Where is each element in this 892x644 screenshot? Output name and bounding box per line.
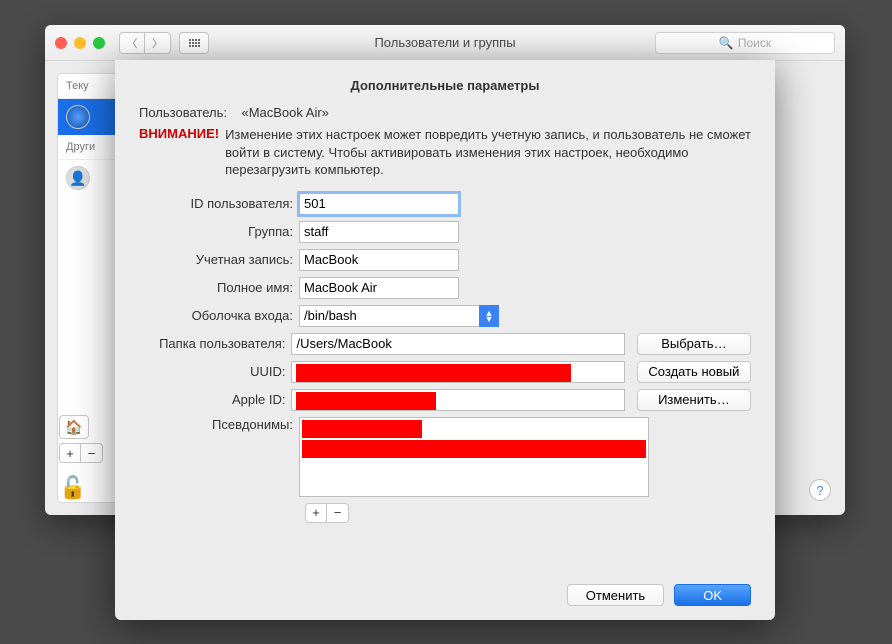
change-button[interactable]: Изменить…: [637, 389, 751, 411]
uid-label: ID пользователя:: [139, 196, 299, 211]
remove-user-button[interactable]: −: [81, 443, 103, 463]
aliases-list[interactable]: [299, 417, 649, 497]
uuid-input[interactable]: [291, 361, 624, 383]
cancel-button[interactable]: Отменить: [567, 584, 664, 606]
homedir-input[interactable]: [291, 333, 624, 355]
zoom-icon[interactable]: [93, 37, 105, 49]
show-all-button[interactable]: [179, 32, 209, 54]
warning-block: ВНИМАНИЕ! Изменение этих настроек может …: [139, 126, 751, 179]
minimize-icon[interactable]: [74, 37, 86, 49]
nav-buttons: 〈 〉: [119, 32, 171, 54]
group-input[interactable]: [299, 221, 459, 243]
remove-alias-button[interactable]: −: [327, 503, 349, 523]
add-alias-button[interactable]: +: [305, 503, 327, 523]
advanced-options-dialog: Дополнительные параметры Пользователь: «…: [115, 60, 775, 620]
window-controls: [55, 37, 105, 49]
redacted-block: [302, 420, 422, 438]
grid-icon: [189, 39, 200, 47]
titlebar: 〈 〉 Пользователи и группы 🔍 Поиск: [45, 25, 845, 61]
add-user-button[interactable]: +: [59, 443, 81, 463]
lock-icon[interactable]: 🔓: [59, 475, 86, 501]
forward-button[interactable]: 〉: [145, 32, 171, 54]
fullname-label: Полное имя:: [139, 280, 299, 295]
appleid-label: Apple ID:: [139, 392, 291, 407]
ok-button[interactable]: OK: [674, 584, 751, 606]
search-input[interactable]: 🔍 Поиск: [655, 32, 835, 54]
shell-select[interactable]: [299, 305, 499, 327]
redacted-block: [296, 364, 571, 382]
fullname-input[interactable]: [299, 277, 459, 299]
warning-label: ВНИМАНИЕ!: [139, 126, 219, 179]
shell-label: Оболочка входа:: [139, 308, 299, 323]
dialog-title: Дополнительные параметры: [139, 78, 751, 93]
home-button[interactable]: 🏠: [59, 415, 89, 439]
appleid-input[interactable]: [291, 389, 624, 411]
choose-button[interactable]: Выбрать…: [637, 333, 751, 355]
guest-avatar-icon: 👤: [66, 166, 90, 190]
account-input[interactable]: [299, 249, 459, 271]
search-icon: 🔍: [719, 36, 734, 50]
close-icon[interactable]: [55, 37, 67, 49]
avatar: [66, 105, 90, 129]
redacted-block: [296, 392, 436, 410]
redacted-block: [302, 440, 646, 458]
group-label: Группа:: [139, 224, 299, 239]
create-new-button[interactable]: Создать новый: [637, 361, 751, 383]
uid-input[interactable]: [299, 193, 459, 215]
back-button[interactable]: 〈: [119, 32, 145, 54]
user-line: Пользователь: «MacBook Air»: [139, 105, 751, 120]
account-label: Учетная запись:: [139, 252, 299, 267]
aliases-label: Псевдонимы:: [139, 417, 299, 432]
chevron-up-down-icon[interactable]: ▲▼: [479, 305, 499, 327]
warning-text: Изменение этих настроек может повредить …: [225, 126, 751, 179]
user-value: «MacBook Air»: [241, 105, 328, 120]
uuid-label: UUID:: [139, 364, 291, 379]
help-button[interactable]: ?: [809, 479, 831, 501]
homedir-label: Папка пользователя:: [139, 336, 291, 351]
